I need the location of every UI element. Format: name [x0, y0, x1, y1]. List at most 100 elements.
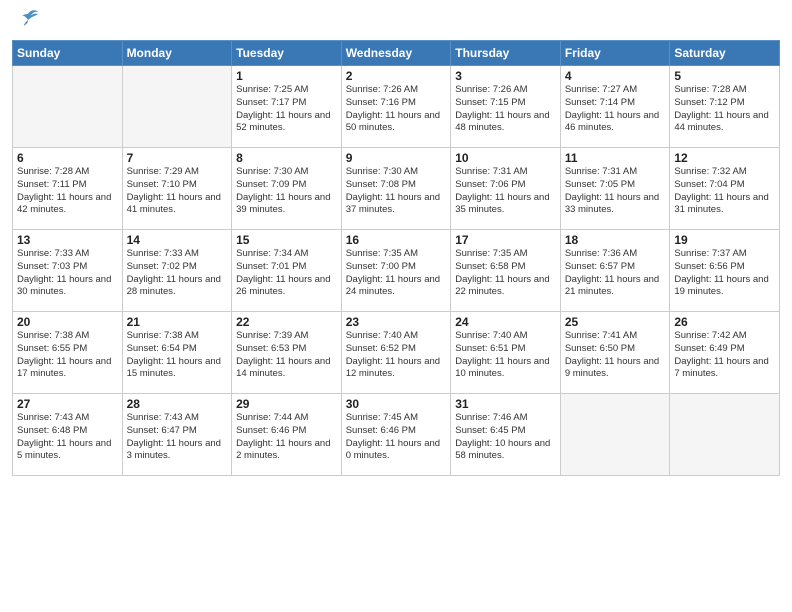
- calendar-week-4: 20Sunrise: 7:38 AM Sunset: 6:55 PM Dayli…: [13, 312, 780, 394]
- day-info: Sunrise: 7:30 AM Sunset: 7:09 PM Dayligh…: [236, 166, 337, 217]
- day-number: 7: [127, 151, 228, 165]
- calendar-cell: 4Sunrise: 7:27 AM Sunset: 7:14 PM Daylig…: [560, 66, 670, 148]
- day-info: Sunrise: 7:26 AM Sunset: 7:16 PM Dayligh…: [346, 84, 447, 135]
- day-info: Sunrise: 7:41 AM Sunset: 6:50 PM Dayligh…: [565, 330, 666, 381]
- calendar-cell: 8Sunrise: 7:30 AM Sunset: 7:09 PM Daylig…: [232, 148, 342, 230]
- calendar-cell: 21Sunrise: 7:38 AM Sunset: 6:54 PM Dayli…: [122, 312, 232, 394]
- day-info: Sunrise: 7:26 AM Sunset: 7:15 PM Dayligh…: [455, 84, 556, 135]
- day-number: 12: [674, 151, 775, 165]
- day-number: 13: [17, 233, 118, 247]
- day-number: 24: [455, 315, 556, 329]
- calendar-cell: 26Sunrise: 7:42 AM Sunset: 6:49 PM Dayli…: [670, 312, 780, 394]
- day-header-monday: Monday: [122, 41, 232, 66]
- day-number: 27: [17, 397, 118, 411]
- day-info: Sunrise: 7:44 AM Sunset: 6:46 PM Dayligh…: [236, 412, 337, 463]
- calendar-cell: 18Sunrise: 7:36 AM Sunset: 6:57 PM Dayli…: [560, 230, 670, 312]
- day-info: Sunrise: 7:38 AM Sunset: 6:55 PM Dayligh…: [17, 330, 118, 381]
- calendar-cell: 15Sunrise: 7:34 AM Sunset: 7:01 PM Dayli…: [232, 230, 342, 312]
- day-info: Sunrise: 7:32 AM Sunset: 7:04 PM Dayligh…: [674, 166, 775, 217]
- calendar-week-1: 1Sunrise: 7:25 AM Sunset: 7:17 PM Daylig…: [13, 66, 780, 148]
- day-header-wednesday: Wednesday: [341, 41, 451, 66]
- day-info: Sunrise: 7:36 AM Sunset: 6:57 PM Dayligh…: [565, 248, 666, 299]
- calendar-cell: 30Sunrise: 7:45 AM Sunset: 6:46 PM Dayli…: [341, 394, 451, 476]
- day-info: Sunrise: 7:29 AM Sunset: 7:10 PM Dayligh…: [127, 166, 228, 217]
- calendar-cell: 17Sunrise: 7:35 AM Sunset: 6:58 PM Dayli…: [451, 230, 561, 312]
- calendar-cell: 5Sunrise: 7:28 AM Sunset: 7:12 PM Daylig…: [670, 66, 780, 148]
- calendar-cell: 20Sunrise: 7:38 AM Sunset: 6:55 PM Dayli…: [13, 312, 123, 394]
- calendar-cell: 11Sunrise: 7:31 AM Sunset: 7:05 PM Dayli…: [560, 148, 670, 230]
- day-info: Sunrise: 7:37 AM Sunset: 6:56 PM Dayligh…: [674, 248, 775, 299]
- day-number: 3: [455, 69, 556, 83]
- calendar-cell: 2Sunrise: 7:26 AM Sunset: 7:16 PM Daylig…: [341, 66, 451, 148]
- day-number: 14: [127, 233, 228, 247]
- day-header-friday: Friday: [560, 41, 670, 66]
- header: [12, 10, 780, 34]
- day-info: Sunrise: 7:30 AM Sunset: 7:08 PM Dayligh…: [346, 166, 447, 217]
- calendar-cell: 19Sunrise: 7:37 AM Sunset: 6:56 PM Dayli…: [670, 230, 780, 312]
- day-header-sunday: Sunday: [13, 41, 123, 66]
- day-number: 22: [236, 315, 337, 329]
- calendar-cell: 23Sunrise: 7:40 AM Sunset: 6:52 PM Dayli…: [341, 312, 451, 394]
- calendar-cell: 1Sunrise: 7:25 AM Sunset: 7:17 PM Daylig…: [232, 66, 342, 148]
- calendar-week-2: 6Sunrise: 7:28 AM Sunset: 7:11 PM Daylig…: [13, 148, 780, 230]
- day-number: 8: [236, 151, 337, 165]
- day-number: 17: [455, 233, 556, 247]
- day-info: Sunrise: 7:43 AM Sunset: 6:48 PM Dayligh…: [17, 412, 118, 463]
- logo: [12, 10, 42, 34]
- day-number: 19: [674, 233, 775, 247]
- page-container: SundayMondayTuesdayWednesdayThursdayFrid…: [0, 0, 792, 484]
- calendar-cell: 31Sunrise: 7:46 AM Sunset: 6:45 PM Dayli…: [451, 394, 561, 476]
- calendar-cell: 14Sunrise: 7:33 AM Sunset: 7:02 PM Dayli…: [122, 230, 232, 312]
- day-info: Sunrise: 7:35 AM Sunset: 7:00 PM Dayligh…: [346, 248, 447, 299]
- day-info: Sunrise: 7:45 AM Sunset: 6:46 PM Dayligh…: [346, 412, 447, 463]
- day-header-saturday: Saturday: [670, 41, 780, 66]
- day-number: 25: [565, 315, 666, 329]
- day-number: 6: [17, 151, 118, 165]
- day-info: Sunrise: 7:31 AM Sunset: 7:06 PM Dayligh…: [455, 166, 556, 217]
- calendar-cell: 10Sunrise: 7:31 AM Sunset: 7:06 PM Dayli…: [451, 148, 561, 230]
- day-number: 15: [236, 233, 337, 247]
- day-info: Sunrise: 7:43 AM Sunset: 6:47 PM Dayligh…: [127, 412, 228, 463]
- day-info: Sunrise: 7:39 AM Sunset: 6:53 PM Dayligh…: [236, 330, 337, 381]
- calendar-header-row: SundayMondayTuesdayWednesdayThursdayFrid…: [13, 41, 780, 66]
- day-info: Sunrise: 7:33 AM Sunset: 7:03 PM Dayligh…: [17, 248, 118, 299]
- calendar-cell: [670, 394, 780, 476]
- day-number: 11: [565, 151, 666, 165]
- day-number: 23: [346, 315, 447, 329]
- calendar-cell: [122, 66, 232, 148]
- day-info: Sunrise: 7:33 AM Sunset: 7:02 PM Dayligh…: [127, 248, 228, 299]
- day-number: 2: [346, 69, 447, 83]
- calendar-week-3: 13Sunrise: 7:33 AM Sunset: 7:03 PM Dayli…: [13, 230, 780, 312]
- day-number: 10: [455, 151, 556, 165]
- day-number: 30: [346, 397, 447, 411]
- day-info: Sunrise: 7:42 AM Sunset: 6:49 PM Dayligh…: [674, 330, 775, 381]
- calendar-cell: [560, 394, 670, 476]
- calendar-cell: 25Sunrise: 7:41 AM Sunset: 6:50 PM Dayli…: [560, 312, 670, 394]
- day-info: Sunrise: 7:25 AM Sunset: 7:17 PM Dayligh…: [236, 84, 337, 135]
- calendar-cell: 7Sunrise: 7:29 AM Sunset: 7:10 PM Daylig…: [122, 148, 232, 230]
- day-info: Sunrise: 7:28 AM Sunset: 7:11 PM Dayligh…: [17, 166, 118, 217]
- day-number: 18: [565, 233, 666, 247]
- day-info: Sunrise: 7:35 AM Sunset: 6:58 PM Dayligh…: [455, 248, 556, 299]
- day-number: 4: [565, 69, 666, 83]
- calendar-cell: 24Sunrise: 7:40 AM Sunset: 6:51 PM Dayli…: [451, 312, 561, 394]
- day-number: 29: [236, 397, 337, 411]
- day-info: Sunrise: 7:40 AM Sunset: 6:51 PM Dayligh…: [455, 330, 556, 381]
- logo-bird-icon: [14, 6, 42, 34]
- day-number: 31: [455, 397, 556, 411]
- calendar-cell: 13Sunrise: 7:33 AM Sunset: 7:03 PM Dayli…: [13, 230, 123, 312]
- day-number: 5: [674, 69, 775, 83]
- day-number: 9: [346, 151, 447, 165]
- day-info: Sunrise: 7:34 AM Sunset: 7:01 PM Dayligh…: [236, 248, 337, 299]
- day-info: Sunrise: 7:38 AM Sunset: 6:54 PM Dayligh…: [127, 330, 228, 381]
- calendar-cell: 9Sunrise: 7:30 AM Sunset: 7:08 PM Daylig…: [341, 148, 451, 230]
- calendar-week-5: 27Sunrise: 7:43 AM Sunset: 6:48 PM Dayli…: [13, 394, 780, 476]
- day-info: Sunrise: 7:27 AM Sunset: 7:14 PM Dayligh…: [565, 84, 666, 135]
- day-number: 26: [674, 315, 775, 329]
- calendar-cell: [13, 66, 123, 148]
- calendar-cell: 16Sunrise: 7:35 AM Sunset: 7:00 PM Dayli…: [341, 230, 451, 312]
- calendar-cell: 28Sunrise: 7:43 AM Sunset: 6:47 PM Dayli…: [122, 394, 232, 476]
- calendar-cell: 27Sunrise: 7:43 AM Sunset: 6:48 PM Dayli…: [13, 394, 123, 476]
- calendar-cell: 22Sunrise: 7:39 AM Sunset: 6:53 PM Dayli…: [232, 312, 342, 394]
- day-number: 28: [127, 397, 228, 411]
